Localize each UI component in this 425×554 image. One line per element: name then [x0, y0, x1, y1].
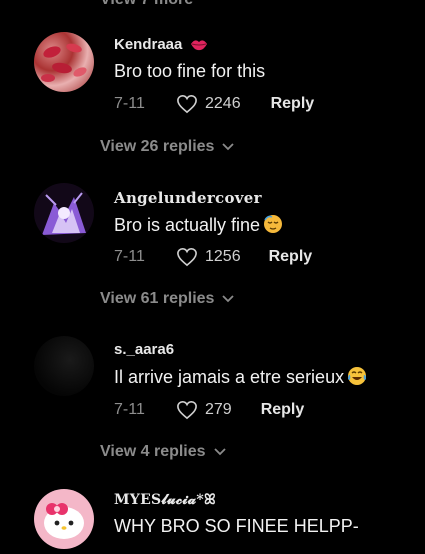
like-count: 2246	[205, 95, 241, 112]
heart-icon	[177, 94, 197, 114]
comment-date: 7-11	[114, 95, 145, 112]
username[interactable]: MYES𝓵𝓾𝓬𝓲𝓪*ꕤ	[114, 492, 216, 508]
avatar[interactable]	[34, 489, 94, 549]
reply-button[interactable]: Reply	[269, 248, 313, 266]
heart-icon	[177, 247, 197, 267]
username[interactable]: s._aara6	[114, 341, 174, 358]
like-button[interactable]: 1256	[176, 247, 241, 267]
view-replies-button[interactable]: View 4 replies	[100, 443, 226, 461]
view-replies-button[interactable]: View 61 replies	[100, 290, 235, 308]
chevron-down-icon	[222, 143, 235, 151]
comment-text: Bro is actually fine	[114, 214, 283, 239]
avatar[interactable]	[34, 336, 94, 396]
tears-of-joy-icon	[347, 366, 367, 391]
avatar[interactable]	[34, 32, 94, 92]
relieved-face-icon	[263, 214, 283, 239]
avatar[interactable]	[34, 183, 94, 243]
view-more-replies-cut[interactable]: View 7 more	[100, 0, 193, 9]
reply-button[interactable]: Reply	[261, 401, 305, 419]
like-button[interactable]: 279	[176, 400, 232, 420]
chevron-down-icon	[222, 295, 235, 303]
comment-text: WHY BRO SO FINEE HELPP-	[114, 516, 359, 536]
like-count: 1256	[205, 248, 241, 265]
comment-text: Bro too fine for this	[114, 61, 266, 81]
comment-date: 7-11	[114, 248, 145, 265]
heart-icon	[177, 400, 197, 420]
view-replies-button[interactable]: View 26 replies	[100, 138, 235, 156]
username[interactable]: Angelundercover	[114, 189, 262, 207]
reply-button[interactable]: Reply	[271, 95, 315, 113]
chevron-down-icon	[213, 448, 226, 456]
username[interactable]: Kendraaa	[114, 36, 208, 56]
like-button[interactable]: 2246	[176, 94, 241, 114]
comment-text: Il arrive jamais a etre serieux	[114, 366, 367, 391]
lips-icon	[190, 38, 208, 56]
comment-date: 7-11	[114, 401, 145, 418]
like-count: 279	[205, 401, 232, 418]
